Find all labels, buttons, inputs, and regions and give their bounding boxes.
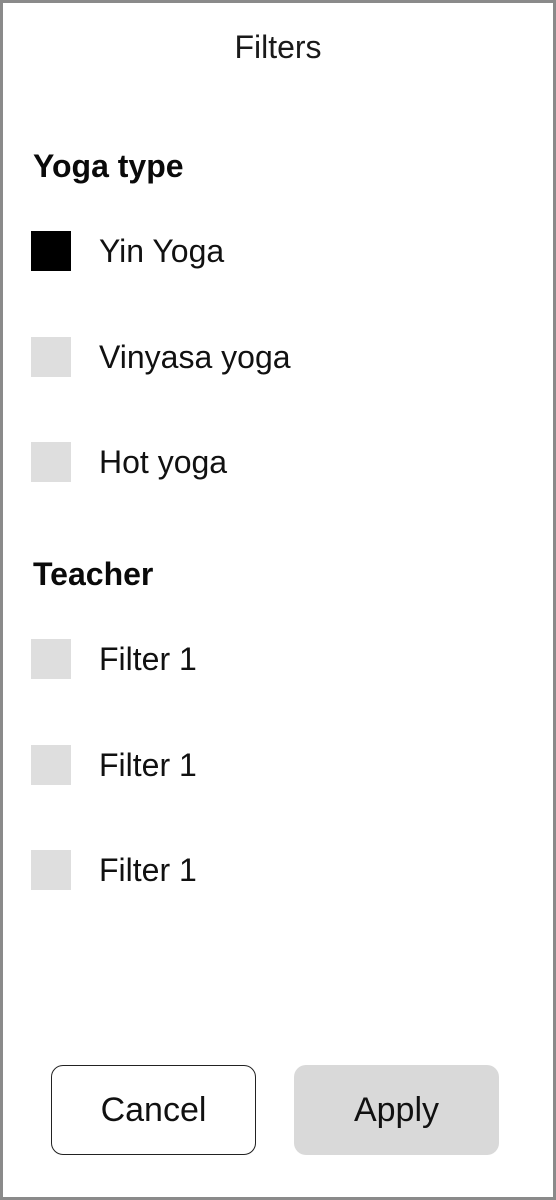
option-label: Filter 1 — [99, 851, 197, 888]
section-heading-teacher: Teacher — [33, 556, 154, 592]
option-label: Hot yoga — [99, 443, 228, 480]
option-label: Yin Yoga — [99, 232, 225, 269]
option-yin-yoga[interactable]: Yin Yoga — [31, 229, 224, 273]
filters-panel: Filters Yoga type Yin Yoga Vinyasa yoga … — [0, 0, 556, 1200]
checkbox[interactable] — [31, 442, 71, 482]
apply-button[interactable]: Apply — [294, 1065, 499, 1155]
option-label: Filter 1 — [99, 746, 197, 783]
page-title: Filters — [234, 29, 322, 65]
checkbox-checked[interactable] — [31, 231, 71, 271]
checkbox[interactable] — [31, 337, 71, 377]
option-label: Vinyasa yoga — [99, 338, 291, 375]
option-teacher-filter-3[interactable]: Filter 1 — [31, 848, 197, 892]
section-heading-yoga-type: Yoga type — [33, 148, 184, 184]
option-teacher-filter-1[interactable]: Filter 1 — [31, 637, 197, 681]
option-hot-yoga[interactable]: Hot yoga — [31, 440, 227, 484]
option-teacher-filter-2[interactable]: Filter 1 — [31, 743, 197, 787]
cancel-button[interactable]: Cancel — [51, 1065, 256, 1155]
checkbox[interactable] — [31, 639, 71, 679]
option-label: Filter 1 — [99, 640, 197, 677]
checkbox[interactable] — [31, 850, 71, 890]
option-vinyasa-yoga[interactable]: Vinyasa yoga — [31, 335, 291, 379]
checkbox[interactable] — [31, 745, 71, 785]
